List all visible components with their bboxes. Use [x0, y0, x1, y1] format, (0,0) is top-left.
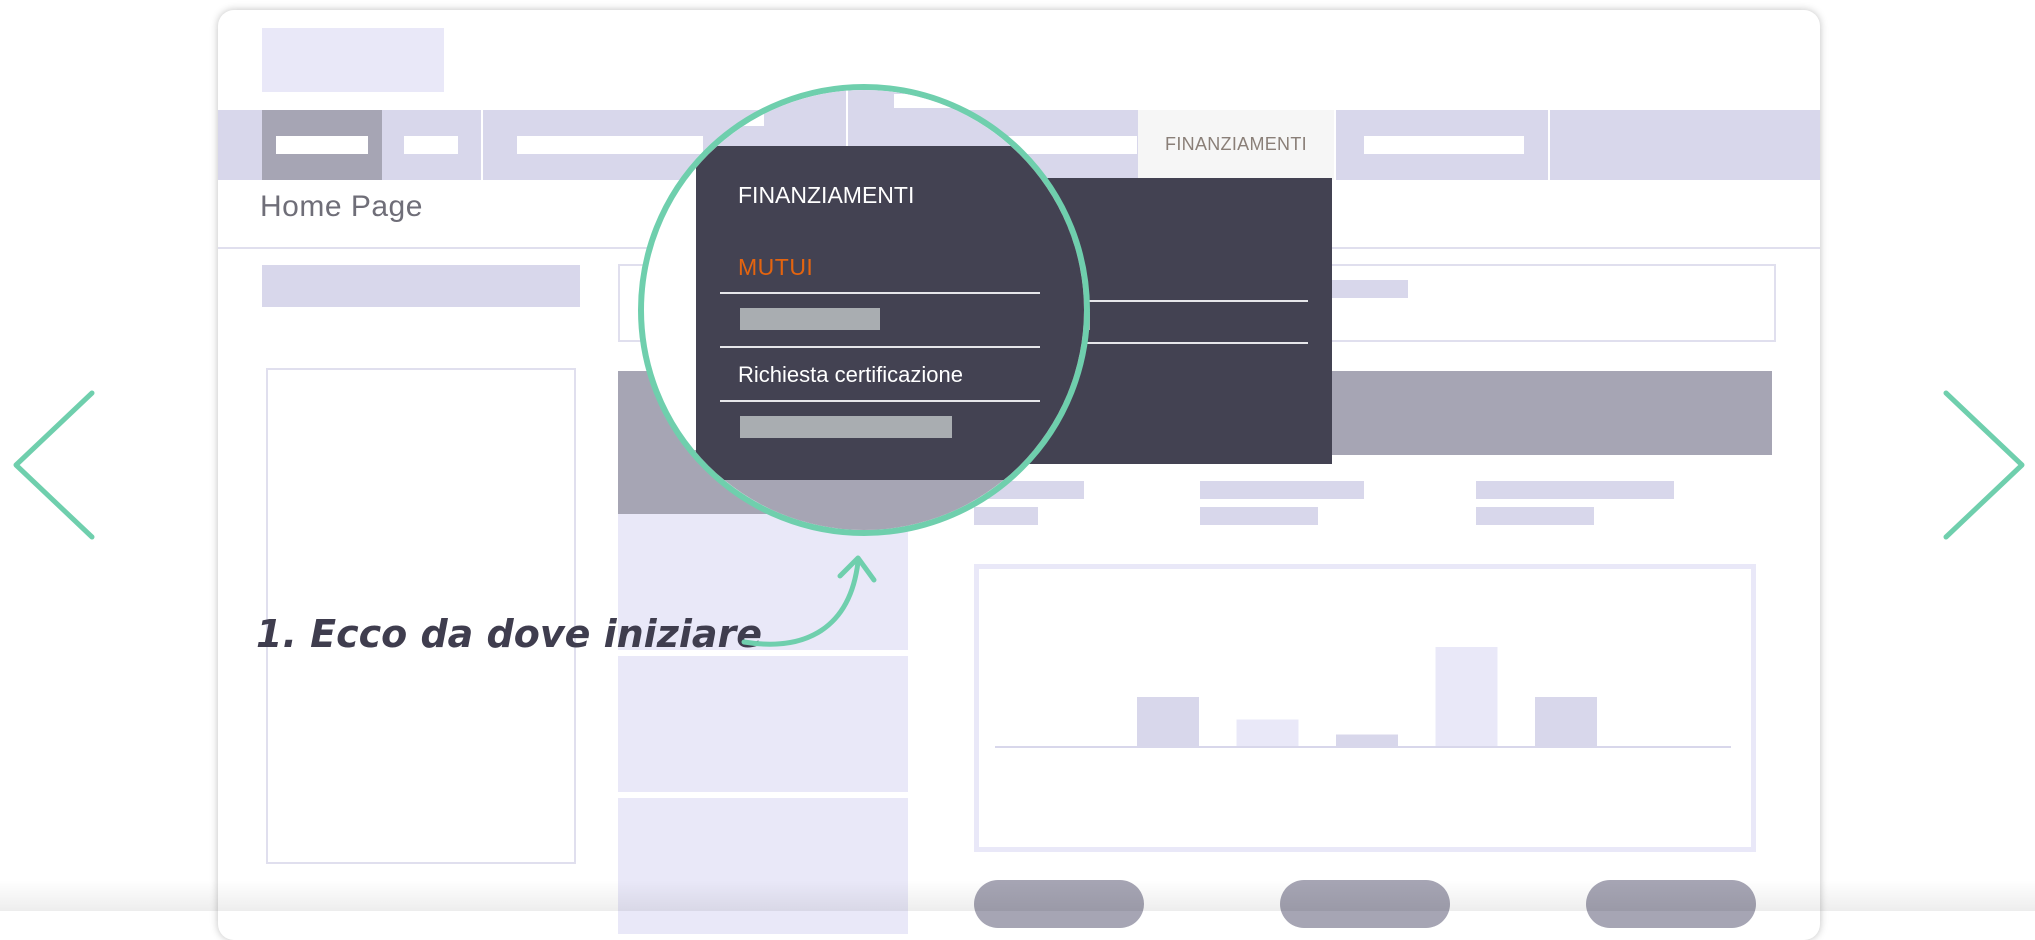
- mega-menu-heading: FINANZIAMENTI: [738, 182, 915, 208]
- sidebar-search-placeholder: [262, 265, 580, 307]
- mega-menu: FINANZIAMENTI MUTUI Richiesta certificaz…: [696, 146, 1084, 480]
- chart-bar: [1336, 734, 1398, 747]
- curved-arrow-icon: [741, 555, 877, 647]
- content-column-card: [618, 656, 908, 792]
- nav-divider: [1548, 110, 1550, 180]
- nav-tab-home-label: [276, 136, 368, 154]
- bar-chart: [995, 647, 1731, 748]
- magnifier-lens: FINANZIAMENTI MUTUI Richiesta certificaz…: [638, 84, 1090, 536]
- content-header-line: [1326, 280, 1408, 298]
- mega-menu-item-placeholder[interactable]: [740, 416, 952, 438]
- action-button[interactable]: [1280, 880, 1450, 928]
- chart-bar: [1236, 719, 1299, 747]
- nav-tab-finanziamenti-label: FINANZIAMENTI: [1165, 134, 1307, 154]
- logo-placeholder: [262, 28, 444, 92]
- chart-panel: [974, 564, 1756, 852]
- chart-bar: [1435, 647, 1498, 747]
- stat-line: [1200, 481, 1364, 499]
- nav-tab-home[interactable]: [262, 110, 382, 180]
- mega-menu-separator: [720, 346, 1040, 348]
- mega-menu-separator: [720, 400, 1040, 402]
- callout-text: 1. Ecco da dove iniziare: [256, 612, 763, 656]
- nav-tab-finanziamenti[interactable]: FINANZIAMENTI: [1138, 110, 1334, 180]
- action-button[interactable]: [974, 880, 1144, 928]
- mega-menu-item-mutui[interactable]: MUTUI: [738, 254, 813, 281]
- stat-line: [1200, 507, 1318, 525]
- nav-tab-6[interactable]: [1336, 110, 1548, 180]
- zoomed-nav-label: [704, 112, 764, 126]
- nav-tab-2[interactable]: [382, 110, 482, 180]
- zoomed-nav-label: [894, 94, 1054, 108]
- mega-menu-item-richiesta-certificazione[interactable]: Richiesta certificazione: [738, 362, 963, 388]
- chevron-right-icon[interactable]: [1940, 385, 2030, 545]
- action-button[interactable]: [1586, 880, 1756, 928]
- stat-line: [1476, 507, 1594, 525]
- stat-line: [1476, 481, 1674, 499]
- chart-bar: [1137, 697, 1199, 747]
- chart-bar: [1535, 697, 1597, 747]
- mega-menu-separator: [720, 292, 1040, 294]
- mega-menu-item-placeholder[interactable]: [740, 308, 880, 330]
- page-title: Home Page: [260, 190, 423, 223]
- chevron-left-icon[interactable]: [8, 385, 98, 545]
- nav-tab-2-label: [404, 136, 458, 154]
- nav-tab-6-label: [1364, 136, 1524, 154]
- content-column-card: [618, 798, 908, 934]
